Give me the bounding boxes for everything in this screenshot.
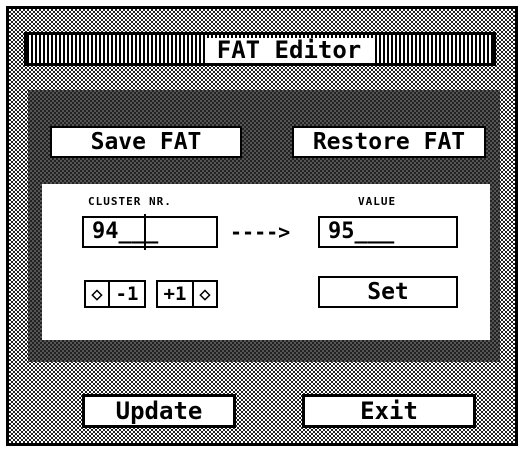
restore-fat-button[interactable]: Restore FAT [292, 126, 486, 158]
increment-label: +1 [163, 283, 187, 305]
exit-button[interactable]: Exit [302, 394, 476, 428]
diamond-left-icon: ◇ [86, 282, 110, 306]
text-cursor [144, 214, 146, 250]
window-title: FAT Editor [205, 38, 373, 63]
value-input[interactable]: 95___ [318, 216, 458, 248]
save-fat-button[interactable]: Save FAT [50, 126, 242, 158]
title-bar[interactable]: FAT Editor [24, 32, 496, 66]
decrement-label: -1 [115, 283, 139, 305]
decrement-cluster-button[interactable]: ◇ -1 [84, 280, 146, 308]
cluster-number-label: CLUSTER NR. [88, 195, 172, 208]
value-label: VALUE [358, 195, 397, 208]
cluster-number-input[interactable]: 94___ [82, 216, 218, 248]
increment-cluster-button[interactable]: +1 ◇ [156, 280, 218, 308]
diamond-right-icon: ◇ [192, 282, 216, 306]
set-button[interactable]: Set [318, 276, 458, 308]
update-button[interactable]: Update [82, 394, 236, 428]
arrow-indicator: ----> [230, 220, 291, 244]
